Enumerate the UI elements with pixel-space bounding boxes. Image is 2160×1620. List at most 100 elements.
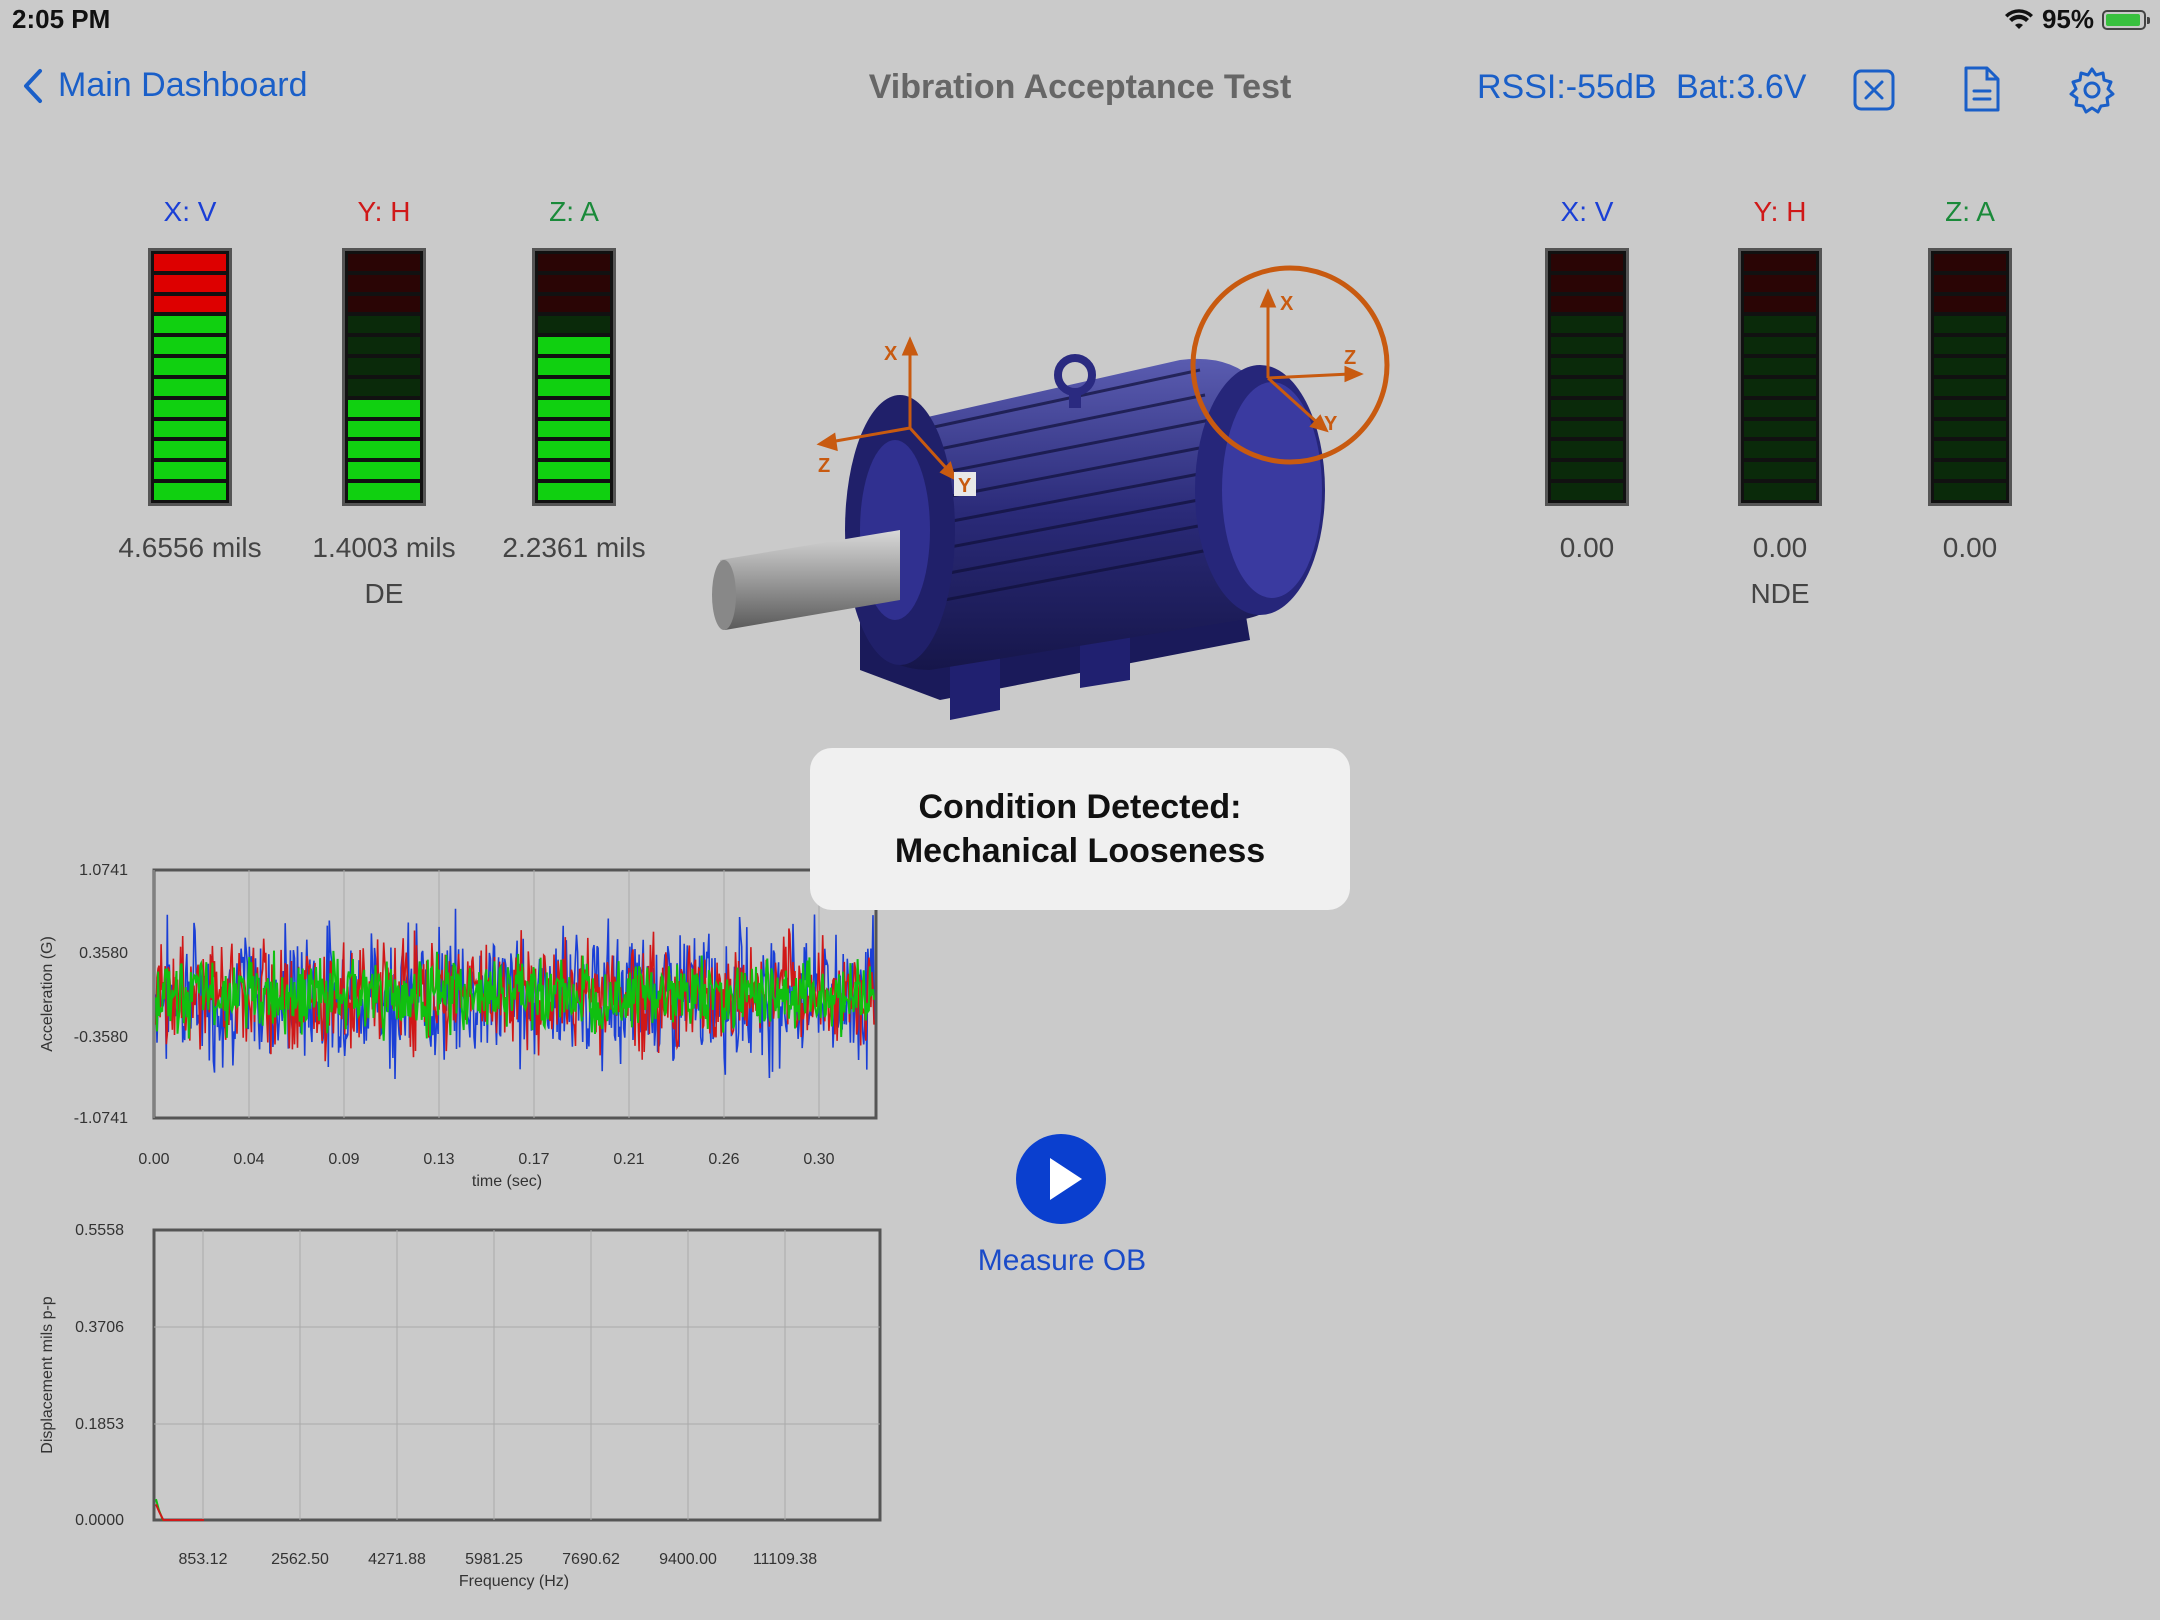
meter-segment <box>154 441 226 459</box>
meter-segment <box>1744 441 1816 459</box>
meter-segment <box>1551 274 1623 292</box>
y-tick-label: 0.3706 <box>75 1319 124 1336</box>
chevron-left-icon <box>24 68 42 103</box>
meter-segment <box>1551 483 1623 500</box>
nde-axis-label: Y: H <box>1753 196 1807 227</box>
measure-label[interactable]: Measure OB <box>960 1244 1164 1278</box>
de-level-meter <box>148 248 232 506</box>
meter-segment <box>154 378 226 396</box>
meter-segment <box>538 399 610 417</box>
condition-name: Mechanical Looseness <box>894 832 1266 870</box>
nde-meter-value: 0.00 <box>1752 532 1808 563</box>
x-tick-label: 0.04 <box>233 1151 264 1168</box>
meter-segment <box>1934 420 2006 438</box>
y-axis-label: Displacement mils p-p <box>39 1296 56 1453</box>
meter-segment <box>538 441 610 459</box>
wifi-icon <box>2004 8 2033 29</box>
y-tick-label: 0.1853 <box>75 1416 124 1433</box>
x-tick-label: 5981.25 <box>465 1551 523 1568</box>
meter-segment <box>1551 337 1623 355</box>
back-button[interactable]: Main Dashboard <box>22 66 307 105</box>
meter-segment <box>538 274 610 292</box>
meter-segment <box>538 420 610 438</box>
spectrum-series-0 <box>155 1498 204 1521</box>
meter-segment <box>1551 399 1623 417</box>
meter-segment <box>1744 274 1816 292</box>
meter-segment <box>1744 295 1816 313</box>
chart-frame <box>152 1228 882 1522</box>
de-level-meter <box>532 248 616 506</box>
spectrum-series-1 <box>155 1503 204 1521</box>
de-label: DE <box>364 578 404 609</box>
motor-nde-axis-z: Z <box>1344 347 1356 369</box>
meter-segment <box>538 462 610 480</box>
meter-segment <box>348 441 420 459</box>
y-tick-label: 0.3580 <box>79 945 128 962</box>
battery-percent: 95% <box>2041 4 2094 34</box>
meter-segment <box>154 274 226 292</box>
de-axis-label: Z: A <box>549 196 599 227</box>
meter-segment <box>154 295 226 313</box>
y-tick-label: 0.0000 <box>75 1512 124 1529</box>
meter-segment <box>1744 358 1816 375</box>
meter-segment <box>348 420 420 438</box>
y-tick-label: -1.0741 <box>74 1110 128 1127</box>
meter-segment <box>538 378 610 396</box>
de-level-meter <box>342 248 426 506</box>
meter-segment <box>348 254 420 271</box>
meter-segment <box>348 295 420 313</box>
measure-play-button[interactable] <box>1016 1134 1106 1224</box>
meter-segment <box>1551 358 1623 375</box>
meter-segment <box>1934 483 2006 500</box>
nde-axis-label: Z: A <box>1945 196 1995 227</box>
status-time: 2:05 PM <box>12 4 111 34</box>
meter-segment <box>1551 295 1623 313</box>
y-tick-label: -0.3580 <box>74 1029 128 1046</box>
meter-segment <box>154 254 226 271</box>
x-tick-label: 0.17 <box>518 1151 549 1168</box>
meter-segment <box>1934 399 2006 417</box>
x-tick-label: 11109.38 <box>753 1551 817 1568</box>
meter-segment <box>154 420 226 438</box>
meter-segment <box>538 254 610 271</box>
meter-segment <box>1551 378 1623 396</box>
settings-gear-icon[interactable] <box>2068 66 2116 114</box>
x-tick-label: 2562.50 <box>271 1551 329 1568</box>
x-tick-label: 853.12 <box>179 1551 228 1568</box>
meter-segment <box>1934 337 2006 355</box>
meter-segment <box>154 337 226 355</box>
de-axis-label: X: V <box>163 196 217 227</box>
spectrum-chart: 0.5558 0.3706 0.1853 0.0000 853.12 2562.50 427… <box>39 1222 882 1590</box>
x-tick-label: 0.00 <box>138 1151 169 1168</box>
rssi-readout: RSSI:-55dB <box>1477 68 1657 106</box>
meter-segment <box>538 337 610 355</box>
meter-segment <box>348 399 420 417</box>
x-axis-label: Frequency (Hz) <box>459 1573 569 1590</box>
x-axis-label: time (sec) <box>472 1173 542 1190</box>
x-tick-label: 9400.00 <box>659 1551 717 1568</box>
meter-segment <box>1551 420 1623 438</box>
nde-meter-value: 0.00 <box>1942 532 1998 563</box>
meter-segment <box>1934 378 2006 396</box>
nde-level-meter <box>1738 248 1822 506</box>
meter-segment <box>1934 254 2006 271</box>
close-box-icon[interactable] <box>1852 68 1896 112</box>
meter-segment <box>1934 441 2006 459</box>
meter-segment <box>348 358 420 375</box>
report-document-icon[interactable] <box>1962 64 2002 114</box>
x-tick-label: 0.30 <box>803 1151 834 1168</box>
meter-segment <box>538 295 610 313</box>
motor-de-axis-z: Z <box>818 455 830 477</box>
x-tick-label: 0.26 <box>708 1151 739 1168</box>
meter-segment <box>348 316 420 334</box>
nde-meter-value: 0.00 <box>1559 532 1615 563</box>
motor-illustration: X Z Y X Z Y <box>712 265 1390 720</box>
meter-segment <box>154 399 226 417</box>
meter-segment <box>538 358 610 375</box>
nde-level-meter <box>1928 248 2012 506</box>
meter-segment <box>1744 420 1816 438</box>
meter-segment <box>1744 316 1816 334</box>
x-tick-label: 0.21 <box>613 1151 644 1168</box>
meter-segment <box>348 462 420 480</box>
meter-segment <box>154 316 226 334</box>
